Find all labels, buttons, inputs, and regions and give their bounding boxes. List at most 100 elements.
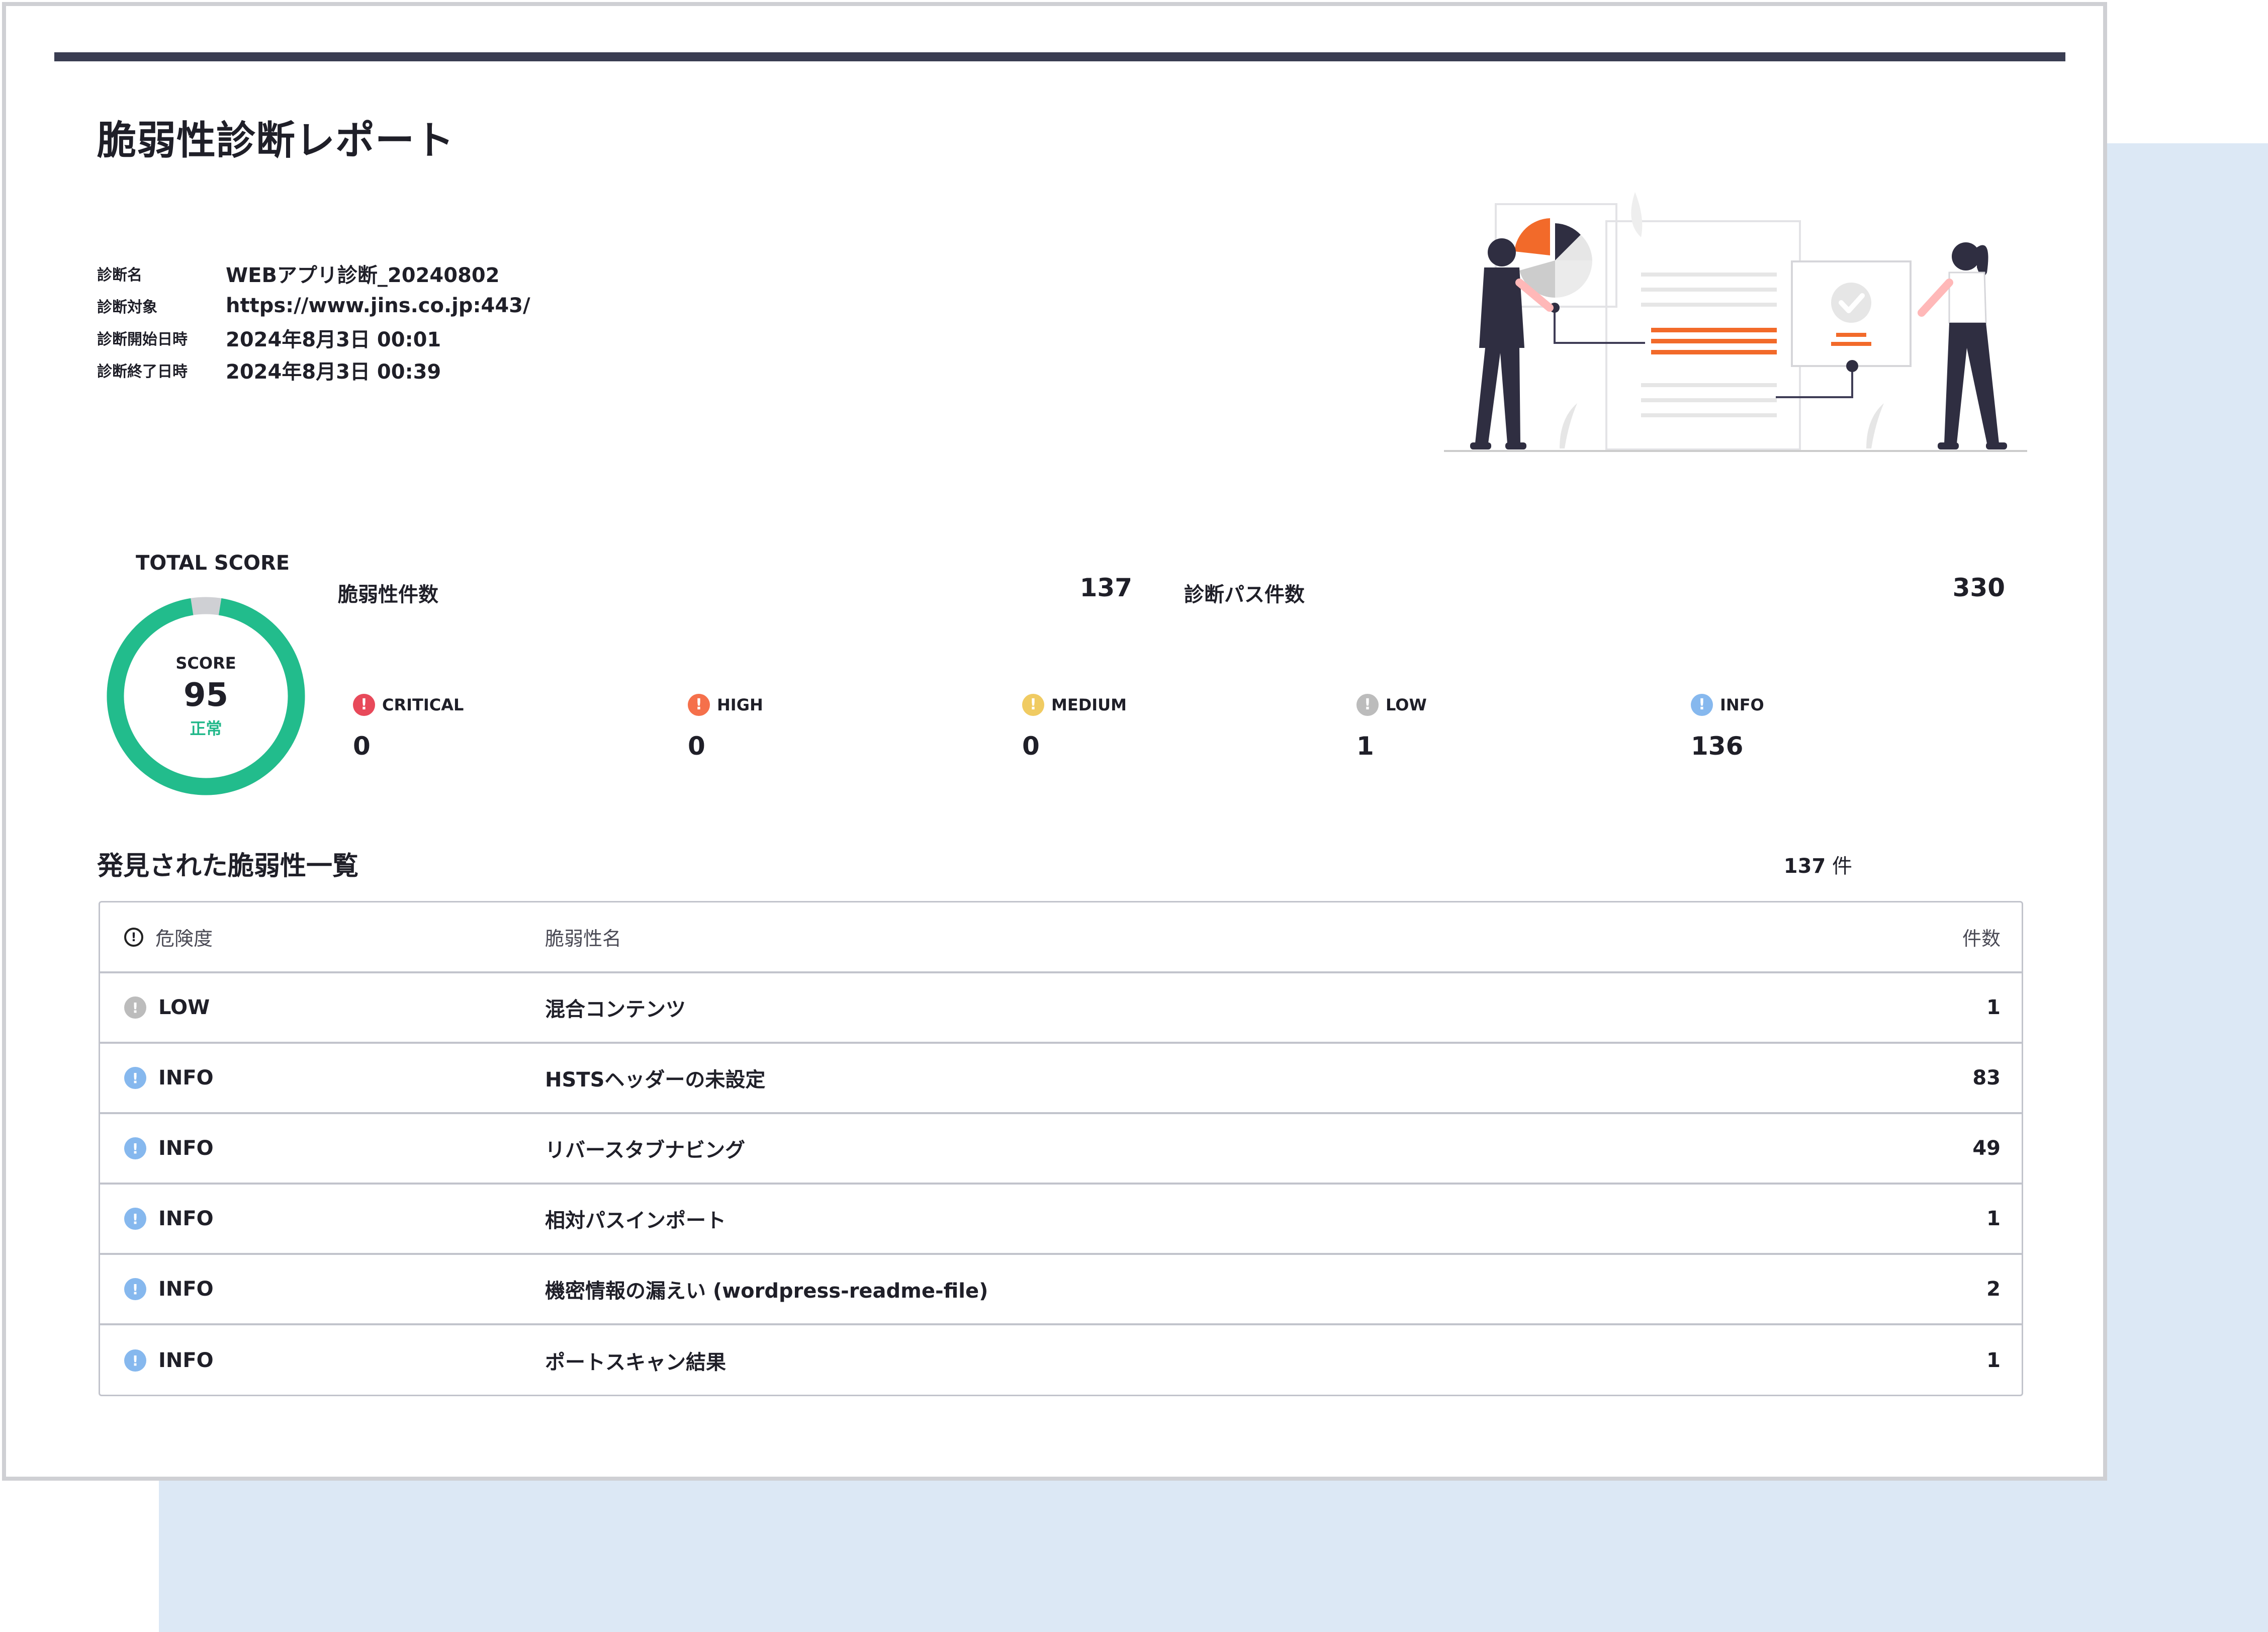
- row-vuln-name[interactable]: 機密情報の漏えい (wordpress-readme-file): [545, 1275, 988, 1304]
- column-name-label[interactable]: 脆弱性名: [545, 923, 621, 951]
- column-count-label[interactable]: 件数: [1962, 923, 2001, 951]
- table-row[interactable]: ! INFO 機密情報の漏えい (wordpress-readme-file) …: [100, 1255, 2022, 1325]
- row-severity-text: INFO: [158, 1137, 214, 1160]
- table-row[interactable]: ! LOW 混合コンテンツ 1: [100, 973, 2022, 1044]
- header-rule: [54, 52, 2065, 61]
- illustration-leaf: [1866, 403, 1884, 448]
- row-vuln-name[interactable]: 相対パスインポート: [545, 1204, 726, 1233]
- vuln-list-title: 発見された脆弱性一覧: [97, 851, 359, 881]
- severity-name: MEDIUM: [1051, 695, 1127, 714]
- table-header: ! 危険度 脆弱性名 件数: [100, 902, 2022, 973]
- row-severity: ! INFO: [124, 1066, 214, 1090]
- severity-name: LOW: [1386, 695, 1427, 714]
- row-count: 83: [1972, 1066, 2001, 1090]
- exclamation-icon: !: [124, 1208, 146, 1230]
- row-severity-text: INFO: [158, 1207, 214, 1230]
- meta-label: 診断終了日時: [97, 363, 188, 381]
- meta-row-target: 診断対象 https://www.jins.co.jp:443/: [97, 290, 530, 322]
- row-vuln-name[interactable]: リバースタブナビング: [545, 1134, 745, 1163]
- severity-low: ! LOW 1: [1356, 692, 1427, 761]
- row-count: 2: [1986, 1278, 2001, 1301]
- meta-row-name: 診断名 WEBアプリ診断_20240802: [97, 257, 530, 290]
- illustration-leaf: [1631, 192, 1643, 237]
- vuln-count-label: 脆弱性件数: [338, 583, 438, 606]
- score-sub-label: SCORE: [175, 653, 236, 673]
- score-status: 正常: [190, 718, 222, 738]
- row-vuln-name[interactable]: HSTSヘッダーの未設定: [545, 1063, 765, 1093]
- meta-row-start: 診断開始日時 2024年8月3日 00:01: [97, 322, 530, 354]
- illustration-connector: [1776, 366, 1853, 398]
- meta-value: 2024年8月3日 00:39: [226, 360, 441, 384]
- severity-name: CRITICAL: [382, 695, 464, 714]
- exclamation-icon: !: [124, 1278, 146, 1300]
- severity-count: 0: [688, 732, 705, 761]
- page-title: 脆弱性診断レポート: [97, 118, 455, 163]
- illustration-leaf: [1560, 403, 1577, 448]
- severity-medium: ! MEDIUM 0: [1022, 692, 1127, 761]
- column-severity[interactable]: ! 危険度: [124, 923, 213, 951]
- severity-count: 1: [1356, 732, 1374, 761]
- exclamation-icon: !: [124, 1137, 146, 1159]
- report-meta: 診断名 WEBアプリ診断_20240802 診断対象 https://www.j…: [97, 257, 530, 386]
- row-severity: ! INFO: [124, 1349, 214, 1372]
- meta-row-end: 診断終了日時 2024年8月3日 00:39: [97, 354, 530, 386]
- row-count: 1: [1986, 1207, 2001, 1230]
- severity-count: 136: [1691, 732, 1744, 761]
- meta-label: 診断名: [97, 266, 142, 284]
- row-vuln-name[interactable]: ポートスキャン結果: [545, 1346, 726, 1375]
- row-count: 1: [1986, 996, 2001, 1019]
- exclamation-icon: !: [1022, 694, 1044, 716]
- severity-name: INFO: [1720, 695, 1764, 714]
- report-illustration: [1444, 192, 2027, 452]
- meta-value: https://www.jins.co.jp:443/: [226, 294, 530, 317]
- row-count: 49: [1972, 1137, 2001, 1160]
- table-row[interactable]: ! INFO 相対パスインポート 1: [100, 1185, 2022, 1255]
- row-severity: ! INFO: [124, 1207, 214, 1230]
- severity-count: 0: [353, 732, 371, 761]
- exclamation-icon: !: [124, 1349, 146, 1372]
- row-severity-text: LOW: [158, 996, 210, 1019]
- exclamation-icon: !: [353, 694, 375, 716]
- row-severity-text: INFO: [158, 1278, 214, 1301]
- report-card: 脆弱性診断レポート 診断名 WEBアプリ診断_20240802 診断対象 htt…: [2, 2, 2107, 1481]
- meta-label: 診断開始日時: [97, 331, 188, 348]
- severity-name: HIGH: [717, 695, 763, 714]
- row-severity: ! INFO: [124, 1137, 214, 1160]
- exclamation-icon: !: [688, 694, 710, 716]
- vuln-count-value: 137: [1079, 573, 1132, 602]
- table-row[interactable]: ! INFO HSTSヘッダーの未設定 83: [100, 1044, 2022, 1114]
- vuln-list-count-value: 137: [1783, 855, 1826, 878]
- vuln-list-count: 137 件: [1784, 850, 1852, 879]
- alert-circle-icon: !: [124, 927, 143, 947]
- exclamation-icon: !: [1356, 694, 1379, 716]
- meta-label: 診断対象: [97, 299, 157, 316]
- row-severity: ! LOW: [124, 996, 210, 1019]
- meta-value: WEBアプリ診断_20240802: [226, 264, 500, 287]
- exclamation-icon: !: [124, 996, 146, 1019]
- check-circle-icon: [1831, 283, 1871, 346]
- row-vuln-name[interactable]: 混合コンテンツ: [545, 993, 686, 1022]
- score-readout: SCORE 95 正常: [104, 594, 308, 798]
- path-count-label: 診断パス件数: [1184, 583, 1305, 606]
- row-severity: ! INFO: [124, 1278, 214, 1301]
- table-row[interactable]: ! INFO リバースタブナビング 49: [100, 1114, 2022, 1185]
- illustration-person-right: [1918, 242, 2007, 449]
- total-score-label: TOTAL SCORE: [136, 552, 290, 575]
- illustration-text-lines: [1641, 273, 1777, 417]
- severity-info: ! INFO 136: [1691, 692, 1764, 761]
- exclamation-icon: !: [1691, 694, 1713, 716]
- vuln-table: ! 危険度 脆弱性名 件数 ! LOW 混合コンテンツ 1 ! INFO HST…: [99, 901, 2023, 1396]
- severity-critical: ! CRITICAL 0: [353, 692, 464, 761]
- row-severity-text: INFO: [158, 1349, 214, 1372]
- row-count: 1: [1986, 1349, 2001, 1372]
- path-count-value: 330: [1952, 573, 2005, 602]
- exclamation-icon: !: [124, 1067, 146, 1089]
- severity-count: 0: [1022, 732, 1040, 761]
- row-severity-text: INFO: [158, 1066, 214, 1090]
- vuln-list-count-unit: 件: [1832, 855, 1852, 878]
- meta-value: 2024年8月3日 00:01: [226, 328, 441, 351]
- table-row[interactable]: ! INFO ポートスキャン結果 1: [100, 1325, 2022, 1396]
- illustration-connector: [1554, 308, 1645, 344]
- column-severity-label: 危険度: [155, 928, 213, 950]
- score-value: 95: [183, 676, 229, 714]
